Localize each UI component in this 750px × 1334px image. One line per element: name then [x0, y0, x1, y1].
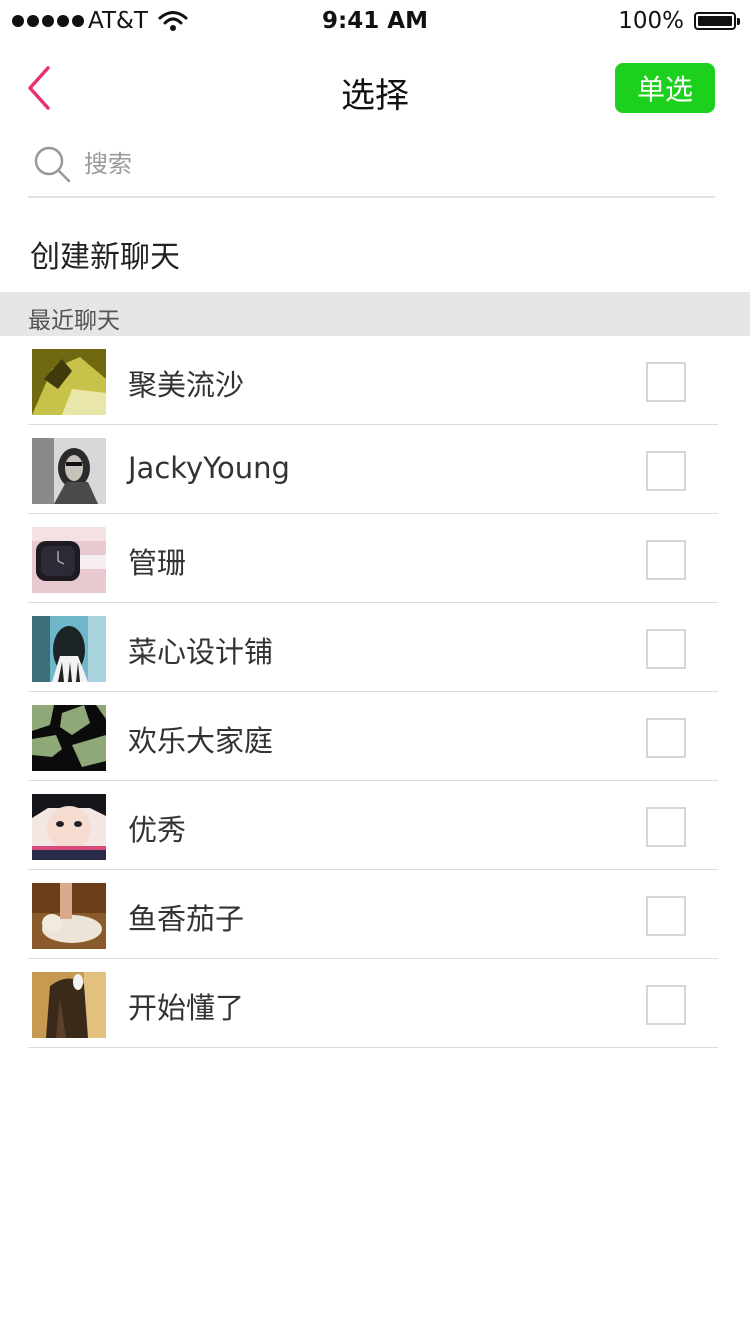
contact-row[interactable]: 管珊 — [0, 514, 750, 603]
select-checkbox[interactable] — [646, 985, 686, 1025]
create-new-chat-item[interactable]: 创建新聊天 — [0, 198, 750, 292]
contact-name: 欢乐大家庭 — [128, 724, 274, 758]
select-checkbox[interactable] — [646, 362, 686, 402]
search-icon — [32, 144, 74, 190]
photo-avatar — [32, 438, 106, 504]
photo-avatar — [32, 705, 106, 771]
contact-name: 聚美流沙 — [128, 368, 245, 402]
battery-percent: 100% — [618, 8, 684, 34]
status-bar: AT&T 9:41 AM 100% — [0, 0, 750, 42]
select-checkbox[interactable] — [646, 896, 686, 936]
nav-bar: 选择 单选 — [0, 42, 750, 134]
search-bar — [28, 134, 715, 198]
contact-name: 菜心设计铺 — [128, 635, 274, 669]
contact-list: 聚美流沙 JackyYoung 管珊 菜心设计铺 欢乐大家庭 优秀 鱼香茄子 开… — [0, 336, 750, 1048]
contact-name: 开始懂了 — [128, 991, 245, 1025]
select-checkbox[interactable] — [646, 629, 686, 669]
contact-row[interactable]: JackyYoung — [0, 425, 750, 514]
photo-avatar — [32, 883, 106, 949]
photo-avatar — [32, 972, 106, 1038]
contact-name: 鱼香茄子 — [128, 902, 245, 936]
search-input[interactable] — [84, 144, 684, 184]
recent-chats-title: 最近聊天 — [28, 308, 120, 334]
contact-name: 优秀 — [128, 813, 187, 847]
select-checkbox[interactable] — [646, 451, 686, 491]
contact-row[interactable]: 聚美流沙 — [0, 336, 750, 425]
photo-avatar — [32, 794, 106, 860]
create-new-chat-label: 创建新聊天 — [30, 240, 180, 275]
contact-row[interactable]: 开始懂了 — [0, 959, 750, 1048]
contact-row[interactable]: 欢乐大家庭 — [0, 692, 750, 781]
photo-avatar — [32, 349, 106, 415]
select-checkbox[interactable] — [646, 718, 686, 758]
row-divider — [28, 1047, 718, 1048]
single-select-button[interactable]: 单选 — [615, 63, 715, 113]
select-checkbox[interactable] — [646, 540, 686, 580]
photo-avatar — [32, 527, 106, 593]
contact-row[interactable]: 优秀 — [0, 781, 750, 870]
contact-name: JackyYoung — [128, 451, 290, 485]
photo-avatar — [32, 616, 106, 682]
recent-chats-header: 最近聊天 — [0, 292, 750, 336]
contact-row[interactable]: 鱼香茄子 — [0, 870, 750, 959]
select-checkbox[interactable] — [646, 807, 686, 847]
battery-icon — [694, 12, 740, 30]
contact-row[interactable]: 菜心设计铺 — [0, 603, 750, 692]
contact-name: 管珊 — [128, 546, 187, 580]
